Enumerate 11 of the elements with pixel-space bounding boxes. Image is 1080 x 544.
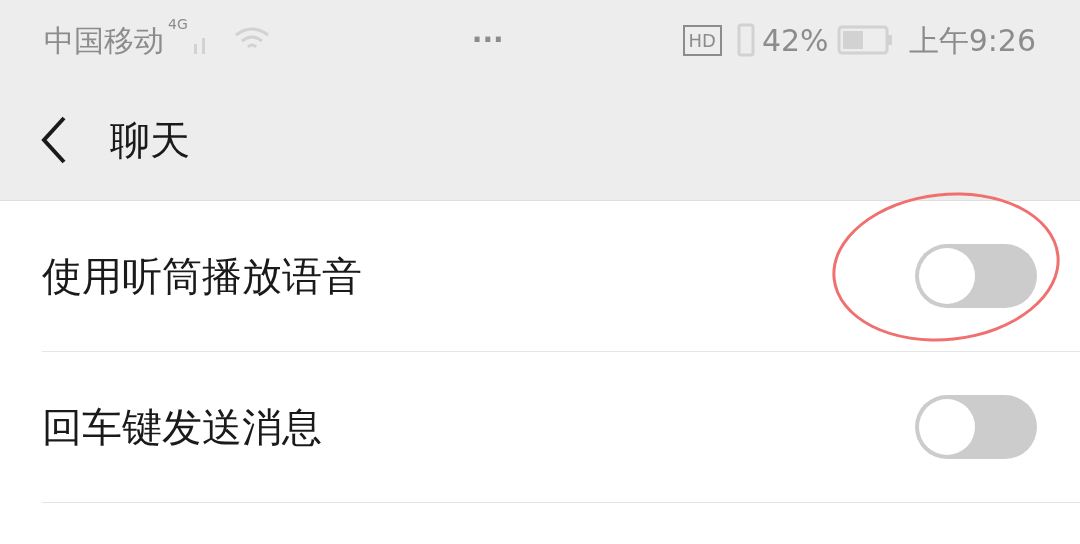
carrier-name: 中国移动	[44, 21, 164, 60]
network-type: 4G	[168, 15, 188, 34]
more-notifications: ···	[471, 22, 504, 58]
battery-percent: 42%	[761, 21, 829, 60]
setting-label: 使用听筒播放语音	[42, 252, 363, 301]
setting-label: 回车键发送消息	[42, 403, 323, 452]
toggle-switch[interactable]	[915, 244, 1037, 308]
clock-time: 上午9:26	[908, 21, 1036, 60]
battery-icon	[836, 25, 893, 55]
page-title: 聊天	[110, 116, 190, 165]
hd-indicator: HD	[682, 24, 722, 56]
